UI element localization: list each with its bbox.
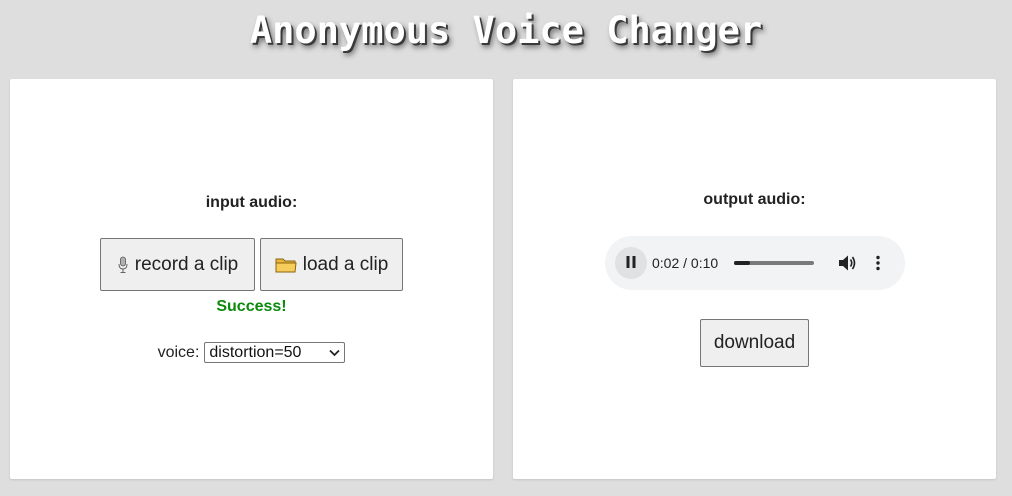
more-options-icon[interactable] [870, 253, 886, 273]
download-label: download [713, 332, 796, 353]
audio-player: 0:02 / 0:10 [605, 236, 905, 290]
chevron-down-icon [329, 344, 341, 362]
download-button[interactable]: download [700, 319, 809, 367]
record-clip-button[interactable]: record a clip [100, 238, 255, 291]
folder-icon [275, 256, 297, 274]
record-clip-label: record a clip [134, 253, 239, 275]
voice-row: voice: distortion=50 [10, 342, 493, 363]
progress-fill [734, 261, 750, 265]
pause-icon [625, 255, 637, 272]
status-message: Success! [216, 298, 287, 315]
volume-icon[interactable] [837, 253, 857, 273]
load-clip-label: load a clip [302, 253, 389, 275]
progress-slider[interactable] [734, 261, 814, 265]
input-audio-label: input audio: [205, 194, 298, 211]
playback-time: 0:02 / 0:10 [652, 255, 719, 271]
app-title: Anonymous Voice Changer [249, 9, 763, 52]
pause-button[interactable] [615, 247, 647, 279]
output-panel: output audio: 0:02 / 0:10 download [513, 79, 996, 479]
voice-label: voice: [157, 343, 200, 361]
voice-select-value: distortion=50 [209, 343, 302, 361]
voice-select[interactable]: distortion=50 [204, 342, 346, 363]
load-clip-button[interactable]: load a clip [260, 238, 403, 291]
microphone-icon [117, 256, 129, 274]
input-panel: input audio: record a clip load a clip S… [10, 79, 493, 479]
output-audio-label: output audio: [703, 191, 806, 208]
